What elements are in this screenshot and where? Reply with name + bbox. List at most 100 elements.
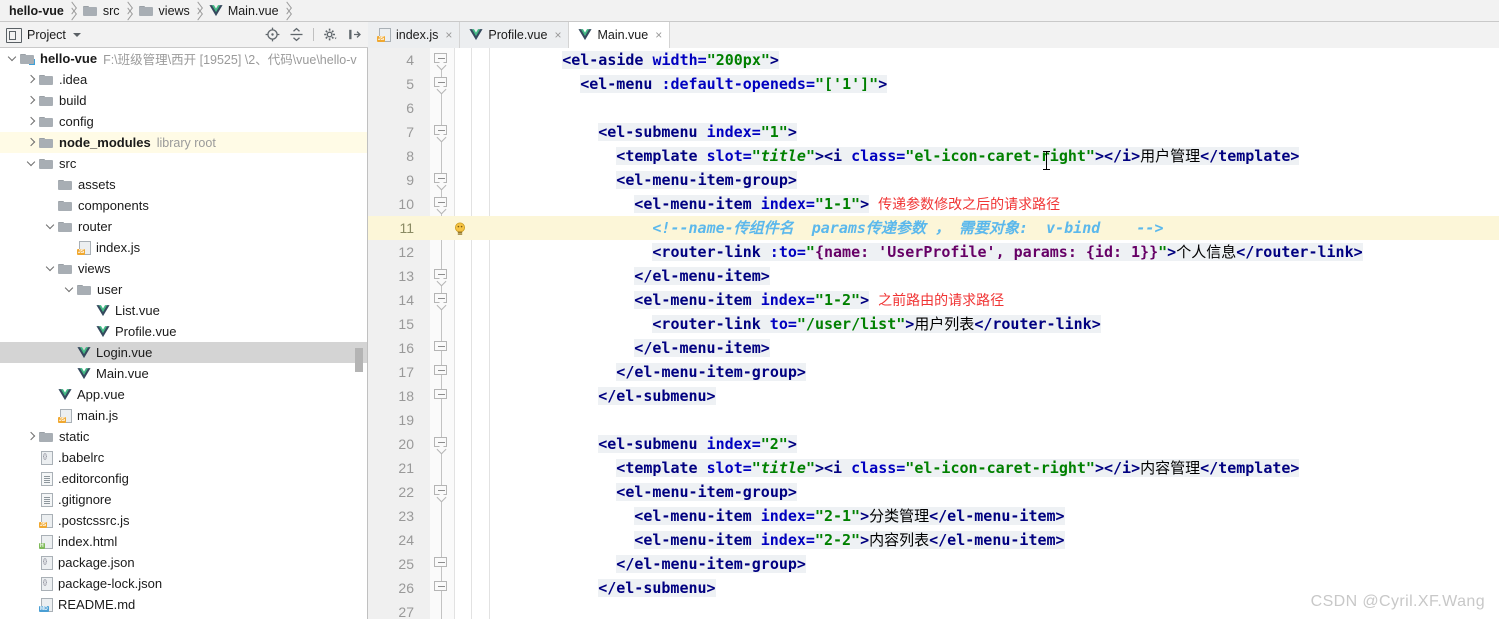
locate-target-icon[interactable] [265, 27, 280, 42]
line-number: 8 [406, 148, 414, 164]
breadcrumb-item-1[interactable]: src [78, 0, 123, 22]
fold-arrow-icon[interactable] [434, 437, 449, 455]
tree-item-README-md[interactable]: MD README.md [0, 594, 367, 615]
chevron-right-icon[interactable] [25, 73, 38, 86]
tree-item--editorconfig[interactable]: .editorconfig [0, 468, 367, 489]
tree-item-build[interactable]: build [0, 90, 367, 111]
tree-item-assets[interactable]: assets [0, 174, 367, 195]
fold-marker-icon[interactable] [434, 557, 449, 570]
tree-item--postcssrc-js[interactable]: JS .postcssrc.js [0, 510, 367, 531]
hide-panel-icon[interactable] [347, 27, 362, 42]
tab-label: index.js [396, 27, 439, 42]
fold-arrow-icon[interactable] [434, 293, 449, 311]
tree-item-node_modules[interactable]: node_modules library root [0, 132, 367, 153]
tree-item-hello-vue[interactable]: hello-vue F:\班级管理\西开 [19525] \2、代码\vue\he… [0, 48, 367, 69]
tree-item-package-lock-json[interactable]: package-lock.json [0, 573, 367, 594]
chevron-right-icon[interactable] [25, 136, 38, 149]
code-line-19[interactable]: 19 [368, 408, 1499, 432]
tree-item--gitignore[interactable]: .gitignore [0, 489, 367, 510]
code-line-15[interactable]: 15 <router-link to="/user/list">用户列表</rou… [368, 312, 1499, 336]
chevron-down-icon[interactable] [44, 220, 57, 233]
collapse-all-icon[interactable] [289, 27, 304, 42]
breadcrumb-item-3[interactable]: Main.vue [204, 0, 282, 22]
code-line-8[interactable]: 8 <template slot="title"><i class="el-ico… [368, 144, 1499, 168]
tree-item-Main-vue[interactable]: Main.vue [0, 363, 367, 384]
tab-index-js[interactable]: JS index.js × [368, 21, 461, 48]
project-tool-window-header[interactable]: Project [0, 22, 368, 48]
code-line-7[interactable]: 7 <el-submenu index="1"> [368, 120, 1499, 144]
tree-item-index-html[interactable]: Hindex.html [0, 531, 367, 552]
fold-arrow-icon[interactable] [434, 173, 449, 191]
tree-item--idea[interactable]: .idea [0, 69, 367, 90]
tree-item-views[interactable]: views [0, 258, 367, 279]
code-line-11[interactable]: 11 <!--name-传组件名 params传递参数 ， 需要对象: v-bin… [368, 216, 1499, 240]
chevron-right-icon[interactable] [25, 94, 38, 107]
tab-Main-vue[interactable]: Main.vue × [569, 21, 671, 48]
close-icon[interactable]: × [445, 29, 452, 41]
code-line-22[interactable]: 22 <el-menu-item-group> [368, 480, 1499, 504]
tree-item-package-json[interactable]: package.json [0, 552, 367, 573]
fold-marker-icon[interactable] [434, 365, 449, 378]
close-icon[interactable]: × [554, 29, 561, 41]
fold-arrow-icon[interactable] [434, 125, 449, 143]
tree-item-components[interactable]: components [0, 195, 367, 216]
code-line-25[interactable]: 25 </el-menu-item-group> [368, 552, 1499, 576]
code-line-14[interactable]: 14 <el-menu-item index="1-2"> 之前路由的请求路径 [368, 288, 1499, 312]
tree-item-Profile-vue[interactable]: Profile.vue [0, 321, 367, 342]
fold-arrow-icon[interactable] [434, 53, 449, 71]
tree-item-List-vue[interactable]: List.vue [0, 300, 367, 321]
scrollbar-thumb[interactable] [355, 348, 363, 372]
chevron-down-icon[interactable] [63, 283, 76, 296]
chevron-right-icon[interactable] [25, 115, 38, 128]
tree-item--babelrc[interactable]: .babelrc [0, 447, 367, 468]
code-line-21[interactable]: 21 <template slot="title"><i class="el-ic… [368, 456, 1499, 480]
code-line-4[interactable]: 4 <el-aside width="200px"> [368, 48, 1499, 72]
close-icon[interactable]: × [655, 29, 662, 41]
breadcrumb-item-2[interactable]: views [134, 0, 193, 22]
tree-item-App-vue[interactable]: App.vue [0, 384, 367, 405]
fold-marker-icon[interactable] [434, 341, 449, 354]
code-line-23[interactable]: 23 <el-menu-item index="2-1">分类管理</el-men… [368, 504, 1499, 528]
chevron-down-icon[interactable] [72, 32, 81, 37]
chevron-down-icon[interactable] [44, 262, 57, 275]
tree-item-static[interactable]: static [0, 426, 367, 447]
tree-item-user[interactable]: user [0, 279, 367, 300]
code-line-17[interactable]: 17 </el-menu-item-group> [368, 360, 1499, 384]
code-line-26[interactable]: 26 </el-submenu> [368, 576, 1499, 600]
tree-item-src[interactable]: src [0, 153, 367, 174]
breadcrumb-item-0[interactable]: hello-vue [4, 0, 67, 22]
fold-arrow-icon[interactable] [434, 269, 449, 287]
tree-item-config[interactable]: config [0, 111, 367, 132]
code-line-18[interactable]: 18 </el-submenu> [368, 384, 1499, 408]
code-line-10[interactable]: 10 <el-menu-item index="1-1"> 传递参数修改之后的请求… [368, 192, 1499, 216]
tree-item-index-js[interactable]: JS index.js [0, 237, 367, 258]
code-line-12[interactable]: 12 <router-link :to="{name: 'UserProfile'… [368, 240, 1499, 264]
chevron-down-icon[interactable] [6, 52, 19, 65]
tree-item-router[interactable]: router [0, 216, 367, 237]
fold-arrow-icon[interactable] [434, 485, 449, 503]
code-line-6[interactable]: 6 [368, 96, 1499, 120]
fold-marker-icon[interactable] [434, 581, 449, 594]
code-line-9[interactable]: 9 <el-menu-item-group> [368, 168, 1499, 192]
intention-bulb-icon[interactable] [452, 220, 468, 236]
code-line-20[interactable]: 20 <el-submenu index="2"> [368, 432, 1499, 456]
code-line-5[interactable]: 5 <el-menu :default-openeds="['1']"> [368, 72, 1499, 96]
code-line-13[interactable]: 13 </el-menu-item> [368, 264, 1499, 288]
code-line-16[interactable]: 16 </el-menu-item> [368, 336, 1499, 360]
code-line-27[interactable]: 27 [368, 600, 1499, 619]
fold-arrow-icon[interactable] [434, 77, 449, 95]
tree-item-main-js[interactable]: JS main.js [0, 405, 367, 426]
project-tree-panel[interactable]: hello-vue F:\班级管理\西开 [19525] \2、代码\vue\he… [0, 48, 368, 619]
chevron-right-icon[interactable] [25, 430, 38, 443]
tree-item-Login-vue[interactable]: Login.vue [0, 342, 367, 363]
fold-marker-icon[interactable] [434, 389, 449, 402]
project-panel-scrollbar[interactable] [355, 48, 365, 619]
tab-Profile-vue[interactable]: Profile.vue × [460, 21, 570, 48]
code-editor[interactable]: 4 <el-aside width="200px"> 5 <el-menu :defa… [368, 48, 1499, 619]
fold-arrow-icon[interactable] [434, 197, 449, 215]
chevron-down-icon[interactable] [25, 157, 38, 170]
code-line-24[interactable]: 24 <el-menu-item index="2-2">内容列表</el-men… [368, 528, 1499, 552]
settings-gear-icon[interactable] [323, 27, 338, 42]
